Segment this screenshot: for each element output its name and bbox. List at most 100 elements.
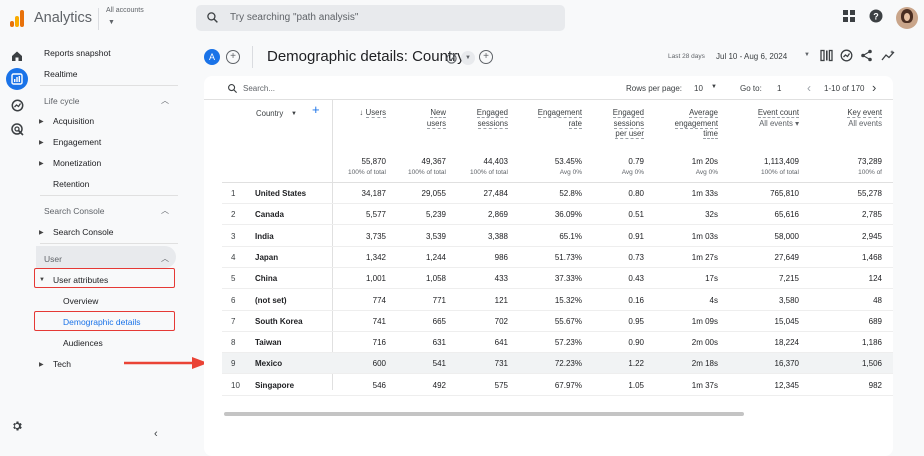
metric-cell: 36.09% [554,210,582,220]
metric-cell: 0.80 [628,189,644,198]
sidebar-item-audiences[interactable]: Audiences [63,338,103,348]
column-filter-label[interactable]: All events ▾ [735,119,799,130]
reports-icon[interactable] [6,68,28,90]
sidebar-item-overview[interactable]: Overview [63,296,98,306]
insights-icon[interactable] [840,49,853,62]
metric-cell: 3,735 [365,231,386,241]
collapse-sidebar-icon[interactable]: ‹ [154,428,158,440]
metric-cell: 55,278 [857,189,882,198]
column-header[interactable]: Engaged sessions [444,108,508,129]
advertising-icon[interactable] [6,118,28,140]
column-header[interactable]: Engagement rate [518,108,582,129]
metric-cell: 16,370 [774,359,799,369]
country-cell[interactable]: Taiwan [255,338,282,347]
sidebar-nav: Reports snapshot Realtime Life cycle ︿ ▶… [34,38,184,442]
table-search-input[interactable]: Search... [243,84,275,93]
column-header[interactable]: New users [382,108,446,129]
share-icon[interactable] [860,49,873,62]
caret-right-icon[interactable]: ▶ [39,139,44,146]
chevron-up-icon[interactable]: ︿ [161,205,169,216]
country-cell[interactable]: Canada [255,210,284,219]
trend-sparkle-icon[interactable] [881,49,895,62]
metric-cell: 1m 09s [691,316,718,326]
country-cell[interactable]: Singapore [255,381,294,390]
caret-right-icon[interactable]: ▶ [39,160,44,167]
metric-cell: 982 [868,380,882,390]
country-cell[interactable]: Mexico [255,359,282,368]
country-cell[interactable]: China [255,274,277,283]
sidebar-item-realtime[interactable]: Realtime [44,69,78,79]
metric-cell: 34,187 [361,189,386,198]
column-header[interactable]: Key event All events [818,108,882,129]
caret-right-icon[interactable]: ▶ [39,118,44,125]
sidebar-item-monetization[interactable]: Monetization [53,158,101,168]
account-selector-label[interactable]: All accounts [106,7,144,14]
metric-cell: 29,055 [421,189,446,198]
add-title-icon[interactable]: + [479,50,493,64]
search-console-section-label[interactable]: Search Console [44,206,104,216]
metric-cell: 67.97% [554,380,582,390]
rows-dropdown-icon[interactable]: ▼ [711,84,717,90]
metric-cell: 2m 00s [691,338,718,348]
column-header-text: Key event [847,108,882,118]
next-page-icon[interactable]: › [872,80,876,95]
dimension-header-country[interactable]: Country [256,109,283,120]
date-preset[interactable]: Last 28 days [668,53,705,60]
settings-gear-icon[interactable] [6,415,28,437]
explore-icon[interactable] [6,94,28,116]
date-dropdown-icon[interactable]: ▼ [804,52,810,58]
title-dropdown-icon[interactable]: ▼ [461,51,475,65]
user-section-label[interactable]: User [44,254,62,264]
country-cell[interactable]: India [255,232,274,241]
avatar[interactable] [896,7,918,29]
column-header[interactable]: Engaged sessions per user [580,108,644,140]
customize-report-icon[interactable] [820,49,833,62]
row-index: 6 [231,295,236,305]
country-cell[interactable]: Japan [255,253,278,262]
analytics-logo[interactable] [10,10,24,27]
sidebar-item-search-console[interactable]: Search Console [53,227,113,237]
home-icon[interactable] [6,45,28,67]
chevron-up-icon[interactable]: ︿ [161,95,169,106]
dimension-dropdown-icon[interactable]: ▼ [291,109,297,120]
caret-right-icon[interactable]: ▶ [39,361,44,368]
sort-desc-icon[interactable]: ↓ [360,108,366,117]
lifecycle-section-label[interactable]: Life cycle [44,96,79,106]
help-icon[interactable]: ? [869,9,883,23]
comparison-avatar[interactable]: A [204,49,220,65]
column-header[interactable]: Average engagement time [654,108,718,140]
row-index: 8 [231,338,236,348]
search-bar[interactable]: Try searching "path analysis" [196,5,565,31]
sidebar-item-engagement[interactable]: Engagement [53,137,101,147]
sidebar-item-retention[interactable]: Retention [53,179,89,189]
check-circle-icon[interactable] [446,53,457,64]
add-dimension-icon[interactable]: + [312,103,320,115]
divider [252,46,253,68]
metric-cell: 3,388 [487,231,508,241]
column-filter-label[interactable]: All events [818,119,882,130]
total-subtext: 100% of [858,169,882,176]
caret-down-icon[interactable]: ▼ [108,19,115,26]
apps-grid-icon[interactable] [842,9,856,23]
chevron-up-icon[interactable]: ︿ [161,253,169,264]
sidebar-item-tech[interactable]: Tech [53,359,71,369]
annotation-box-demographic-details [34,311,175,331]
column-header[interactable]: ↓ Users [322,108,386,119]
column-header[interactable]: Event count All events ▾ [735,108,799,129]
date-range[interactable]: Jul 10 - Aug 6, 2024 [716,52,787,61]
country-cell[interactable]: South Korea [255,317,303,326]
metric-cell: 5,239 [425,210,446,220]
metric-cell: 541 [432,359,446,369]
sidebar-item-reports-snapshot[interactable]: Reports snapshot [44,48,111,58]
caret-right-icon[interactable]: ▶ [39,229,44,236]
metric-cell: 2m 18s [691,359,718,369]
goto-input[interactable]: 1 [777,84,781,93]
country-cell[interactable]: (not set) [255,296,287,305]
prev-page-icon[interactable]: ‹ [807,81,811,95]
sidebar-item-acquisition[interactable]: Acquisition [53,116,94,126]
add-comparison-icon[interactable]: + [226,50,240,64]
country-cell[interactable]: United States [255,189,306,198]
rows-per-page-select[interactable]: 10 [694,84,703,93]
horizontal-scrollbar[interactable] [224,412,744,416]
metric-cell: 546 [372,380,386,390]
